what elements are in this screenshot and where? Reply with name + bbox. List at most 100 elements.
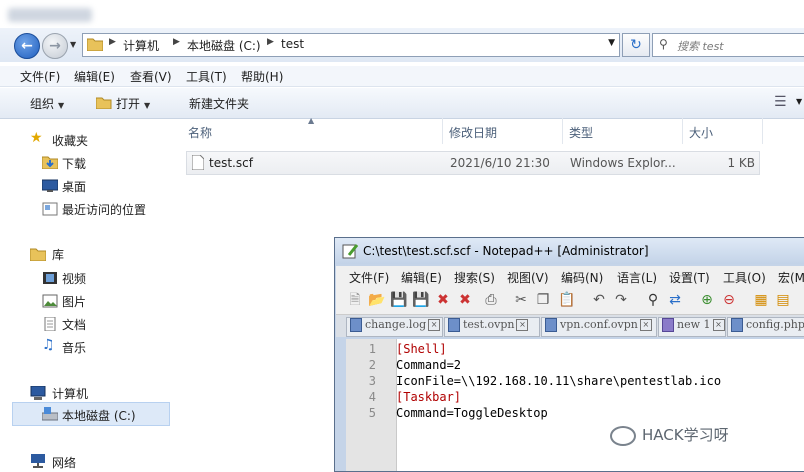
np-menu-language[interactable]: 语言(L) [617, 269, 657, 286]
sync-horizontal-icon[interactable]: ▤ [774, 291, 792, 309]
new-file-icon[interactable]: 🗎 [346, 291, 364, 309]
paste-icon[interactable]: 📋 [558, 291, 576, 309]
menu-file[interactable]: 文件(F) [20, 68, 60, 85]
tab-test-ovpn[interactable]: test.ovpn × [444, 317, 540, 337]
print-icon[interactable]: ⎙ [482, 291, 500, 309]
nav-computer[interactable]: 计算机 [52, 385, 88, 402]
wechat-icon [610, 425, 636, 446]
file-icon [350, 318, 362, 332]
nav-desktop[interactable]: 桌面 [62, 178, 86, 195]
zoom-in-icon[interactable]: ⊕ [698, 291, 716, 309]
history-dropdown-icon[interactable]: ▼ [70, 40, 76, 49]
tab-change-log[interactable]: change.log × [346, 317, 443, 337]
nav-music[interactable]: 音乐 [62, 339, 86, 356]
column-type[interactable]: 类型 [569, 124, 593, 141]
nav-network[interactable]: 网络 [52, 454, 76, 471]
window-title-blurred [8, 8, 92, 22]
watermark-text: HACK学习呀 [642, 426, 729, 444]
menu-help[interactable]: 帮助(H) [241, 68, 283, 85]
notepadpp-icon [342, 244, 358, 259]
code-line: Command=ToggleDesktop [396, 406, 548, 420]
breadcrumb-local-disk[interactable]: 本地磁盘 (C:) [187, 37, 261, 54]
notepadpp-window: C:\test\test.scf.scf - Notepad++ [Admini… [334, 237, 804, 472]
undo-icon[interactable]: ↶ [590, 291, 608, 309]
tab-vpn-conf-ovpn[interactable]: vpn.conf.ovpn × [541, 317, 657, 337]
column-name[interactable]: 名称 [188, 124, 212, 141]
close-icon[interactable]: × [712, 319, 725, 331]
np-menu-macro[interactable]: 宏(M [778, 269, 804, 286]
menu-bar [0, 66, 804, 87]
nav-pictures[interactable]: 图片 [62, 293, 86, 310]
find-icon[interactable]: ⚲ [644, 291, 662, 309]
cut-icon[interactable]: ✂ [512, 291, 530, 309]
table-row[interactable]: test.scf 2021/6/10 21:30 Windows Explor.… [186, 151, 760, 175]
nav-downloads[interactable]: 下载 [62, 155, 86, 172]
file-icon [731, 318, 743, 332]
desktop-icon [42, 179, 58, 192]
nav-favorites[interactable]: 收藏夹 [52, 132, 88, 149]
forward-button[interactable]: → [42, 33, 68, 59]
menu-view[interactable]: 查看(V) [130, 68, 172, 85]
notepadpp-editor[interactable]: 1 2 3 4 5 [Shell] Command=2 IconFile=\\1… [346, 339, 804, 471]
column-modified[interactable]: 修改日期 [449, 124, 497, 141]
nav-local-disk[interactable]: 本地磁盘 (C:) [62, 407, 136, 424]
sync-vertical-icon[interactable]: ▦ [752, 291, 770, 309]
library-icon [30, 248, 46, 261]
nav-documents[interactable]: 文档 [62, 316, 86, 333]
file-type: Windows Explor... [570, 156, 676, 170]
arrow-left-icon: ← [21, 38, 33, 54]
organize-label: 组织 [30, 97, 55, 111]
save-icon[interactable]: 💾 [390, 291, 408, 309]
breadcrumb-test[interactable]: test [281, 37, 304, 51]
view-options-icon[interactable]: ☰ [774, 94, 787, 110]
notepadpp-toolbar: 🗎 📂 💾 💾 ✖ ✖ ⎙ ✂ ❐ 📋 ↶ ↷ ⚲ ⇄ ⊕ ⊖ ▦ ▤ [336, 288, 804, 315]
redo-icon[interactable]: ↷ [612, 291, 630, 309]
menu-edit[interactable]: 编辑(E) [74, 68, 115, 85]
refresh-button[interactable]: ↻ [622, 33, 650, 57]
pictures-icon [42, 294, 58, 308]
np-menu-edit[interactable]: 编辑(E) [401, 269, 442, 286]
np-menu-search[interactable]: 搜索(S) [454, 269, 495, 286]
refresh-icon: ↻ [630, 37, 642, 53]
close-file-icon[interactable]: ✖ [434, 291, 452, 309]
nav-libraries[interactable]: 库 [52, 246, 64, 263]
notepadpp-titlebar: C:\test\test.scf.scf - Notepad++ [Admini… [335, 238, 804, 264]
tab-new-1[interactable]: new 1 × [658, 317, 726, 337]
address-dropdown-icon[interactable]: ▼ [608, 38, 615, 48]
line-number: 2 [368, 358, 376, 372]
close-all-icon[interactable]: ✖ [456, 291, 474, 309]
search-input[interactable]: ⚲ 搜索 test [652, 33, 804, 57]
chevron-down-icon: ▼ [144, 101, 151, 110]
open-file-icon[interactable]: 📂 [368, 291, 386, 309]
np-menu-settings[interactable]: 设置(T) [669, 269, 710, 286]
watermark: HACK学习呀 [610, 424, 729, 446]
np-menu-tools[interactable]: 工具(O) [723, 269, 766, 286]
organize-button[interactable]: 组织 ▼ [30, 95, 64, 112]
open-button[interactable]: 打开 ▼ [95, 95, 151, 112]
file-icon [662, 318, 674, 332]
menu-tools[interactable]: 工具(T) [186, 68, 227, 85]
close-icon[interactable]: × [639, 319, 652, 331]
chevron-down-icon[interactable]: ▼ [796, 97, 802, 106]
tab-config-php[interactable]: config.php [727, 317, 804, 337]
documents-icon [44, 317, 56, 331]
save-all-icon[interactable]: 💾 [412, 291, 430, 309]
music-icon: ♫ [42, 337, 55, 353]
nav-recent-places[interactable]: 最近访问的位置 [62, 201, 146, 218]
search-icon: ⚲ [659, 37, 668, 51]
code-line: Command=2 [396, 358, 462, 372]
back-button[interactable]: ← [14, 33, 40, 59]
breadcrumb-computer[interactable]: 计算机 [123, 37, 159, 54]
close-icon[interactable]: × [428, 319, 441, 331]
close-icon[interactable]: × [516, 319, 529, 331]
zoom-out-icon[interactable]: ⊖ [720, 291, 738, 309]
np-menu-encoding[interactable]: 编码(N) [561, 269, 603, 286]
np-menu-file[interactable]: 文件(F) [349, 269, 389, 286]
np-menu-view[interactable]: 视图(V) [507, 269, 549, 286]
nav-videos[interactable]: 视频 [62, 270, 86, 287]
new-folder-button[interactable]: 新建文件夹 [189, 95, 249, 112]
replace-icon[interactable]: ⇄ [666, 291, 684, 309]
column-size[interactable]: 大小 [689, 124, 713, 141]
copy-icon[interactable]: ❐ [534, 291, 552, 309]
address-bar[interactable]: ▶ 计算机 ▶ 本地磁盘 (C:) ▶ test ▼ [82, 33, 620, 57]
